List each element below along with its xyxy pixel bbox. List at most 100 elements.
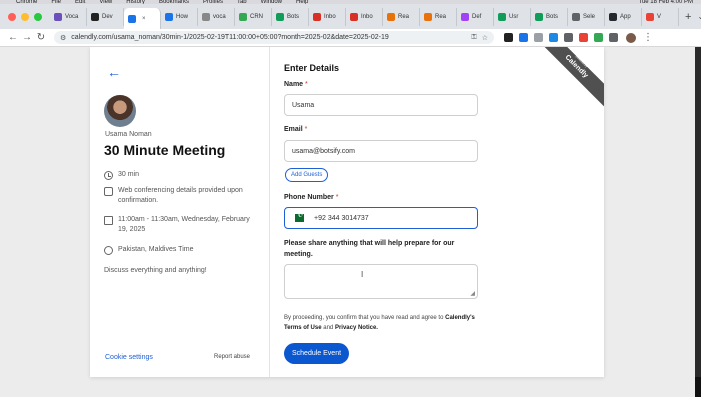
name-label-text: Name xyxy=(284,81,304,88)
tab-favicon-icon xyxy=(313,12,321,21)
browser-tab[interactable]: Inbo xyxy=(346,7,383,26)
key-icon[interactable]: ⚿ xyxy=(471,34,476,42)
browser-tab[interactable]: Usr xyxy=(494,7,531,26)
shield-extension-icon[interactable] xyxy=(564,33,573,42)
puzzle-extensions-icon[interactable] xyxy=(609,33,618,42)
browser-tab[interactable]: Def xyxy=(457,7,494,26)
tab-search-chevron-icon[interactable]: ⌄ xyxy=(697,12,701,21)
close-tab-icon[interactable]: × xyxy=(142,16,146,22)
browser-tab[interactable]: × xyxy=(124,8,161,29)
text-cursor-icon: I xyxy=(361,270,364,279)
tab-favicon-icon xyxy=(54,12,62,21)
booking-card: ← Usama Noman 30 Minute Meeting 30 min W… xyxy=(90,47,604,377)
phone-input[interactable]: +92 344 3014737 xyxy=(284,207,478,229)
tab-favicon-icon xyxy=(609,12,617,21)
zoom-window-button[interactable] xyxy=(34,12,42,21)
tab-favicon-icon xyxy=(535,12,543,21)
browser-tab[interactable]: CRN xyxy=(235,7,272,26)
browser-tab[interactable]: Bots xyxy=(272,7,309,26)
grey-extension-icon[interactable] xyxy=(534,33,543,42)
tab-favicon-icon xyxy=(461,12,469,21)
privacy-notice-link[interactable]: Privacy Notice. xyxy=(335,325,378,331)
tab-label: How xyxy=(176,13,189,20)
resize-grip-icon[interactable]: ◢ xyxy=(470,290,475,297)
name-label: Name * xyxy=(284,81,308,88)
host-avatar xyxy=(104,95,136,127)
globe-icon xyxy=(104,246,113,255)
window-controls xyxy=(0,12,50,21)
browser-tab[interactable]: How xyxy=(161,7,198,26)
tab-label: CRN xyxy=(250,13,263,20)
tab-favicon-icon xyxy=(276,12,284,21)
tab-label: Rea xyxy=(398,13,410,20)
tab-label: Usr xyxy=(509,13,519,20)
email-input[interactable]: usama@botsify.com xyxy=(284,140,478,162)
minimize-window-button[interactable] xyxy=(21,12,29,21)
terms-text: By proceeding, you confirm that you have… xyxy=(284,313,484,333)
bookmark-star-icon[interactable]: ☆ xyxy=(482,34,488,42)
tab-favicon-icon xyxy=(646,12,654,21)
tab-label: App xyxy=(620,13,631,20)
browser-tab[interactable]: Bots xyxy=(531,7,568,26)
tab-label: Bots xyxy=(287,13,300,20)
tab-label: voca xyxy=(213,13,226,20)
email-input-value: usama@botsify.com xyxy=(292,147,355,155)
video-icon xyxy=(104,187,113,196)
tab-favicon-icon xyxy=(91,12,99,21)
tab-label: Dev xyxy=(102,13,113,20)
phone-label-text: Phone Number xyxy=(284,194,334,201)
browser-tab[interactable]: Rea xyxy=(420,7,457,26)
back-arrow-icon[interactable]: ← xyxy=(107,64,121,80)
timezone-row: Pakistan, Maldives Time xyxy=(104,245,254,255)
schedule-event-button[interactable]: Schedule Event xyxy=(284,343,350,364)
browser-tab[interactable]: Inbo xyxy=(309,7,346,26)
address-bar[interactable]: ⚙ calendly.com/usama_noman/30min-1/2025-… xyxy=(54,31,494,44)
v-extension-icon[interactable] xyxy=(549,33,558,42)
browser-tab[interactable]: Dev xyxy=(87,7,124,26)
browser-tab[interactable]: App xyxy=(605,7,642,26)
close-window-button[interactable] xyxy=(8,12,16,21)
profile-avatar[interactable] xyxy=(626,32,636,43)
name-input[interactable]: Usama xyxy=(284,94,478,116)
browser-tab[interactable]: Voca xyxy=(50,7,87,26)
browser-tab[interactable]: Sele xyxy=(568,7,605,26)
time-row: 11:00am - 11:30am, Wednesday, February 1… xyxy=(104,215,254,235)
tab-label: Voca xyxy=(65,13,79,20)
pakistan-flag-icon[interactable] xyxy=(292,212,304,222)
notes-textarea[interactable]: I ◢ xyxy=(284,264,478,299)
required-mark: * xyxy=(305,81,308,88)
add-guests-button[interactable]: Add Guests xyxy=(285,168,329,182)
red-extension-icon[interactable] xyxy=(579,33,588,42)
tab-favicon-icon xyxy=(387,12,395,21)
email-label: Email * xyxy=(284,126,307,133)
back-arrow-icon[interactable]: ← xyxy=(6,32,20,43)
tab-favicon-icon xyxy=(239,12,247,21)
green-extension-icon[interactable] xyxy=(594,33,603,42)
tab-favicon-icon xyxy=(202,12,210,21)
new-tab-button[interactable]: + xyxy=(679,11,697,23)
pen-extension-icon[interactable] xyxy=(504,33,513,42)
cookie-settings-link[interactable]: Cookie settings xyxy=(105,354,153,361)
duration-text: 30 min xyxy=(118,171,140,178)
menu-kebab-icon[interactable]: ⋮ xyxy=(643,32,653,43)
calendar-icon xyxy=(104,216,113,225)
page-scrollbar[interactable] xyxy=(695,47,701,377)
tab-favicon-icon xyxy=(128,14,136,23)
name-input-value: Usama xyxy=(292,101,315,109)
browser-tab[interactable]: Rea xyxy=(383,7,420,26)
tab-favicon-icon xyxy=(350,12,358,21)
host-name: Usama Noman xyxy=(105,131,152,138)
terms-prefix: By proceeding, you confirm that you have… xyxy=(284,315,444,321)
event-title: 30 Minute Meeting xyxy=(104,142,226,158)
site-info-icon[interactable]: ⚙ xyxy=(60,34,66,42)
forward-arrow-icon[interactable]: → xyxy=(20,32,34,43)
reload-icon[interactable]: ↻ xyxy=(34,32,48,43)
tab-label: V xyxy=(657,13,662,20)
report-abuse-link[interactable]: Report abuse xyxy=(214,354,250,360)
browser-tab[interactable]: voca xyxy=(198,7,235,26)
powered-by-ribbon[interactable]: powered by Calendly xyxy=(544,47,604,107)
tab-label: Inbo xyxy=(361,13,373,20)
blue-extension-icon[interactable] xyxy=(519,33,528,42)
browser-tab[interactable]: V xyxy=(642,7,679,26)
calendly-ribbon: powered by Calendly xyxy=(544,47,604,107)
